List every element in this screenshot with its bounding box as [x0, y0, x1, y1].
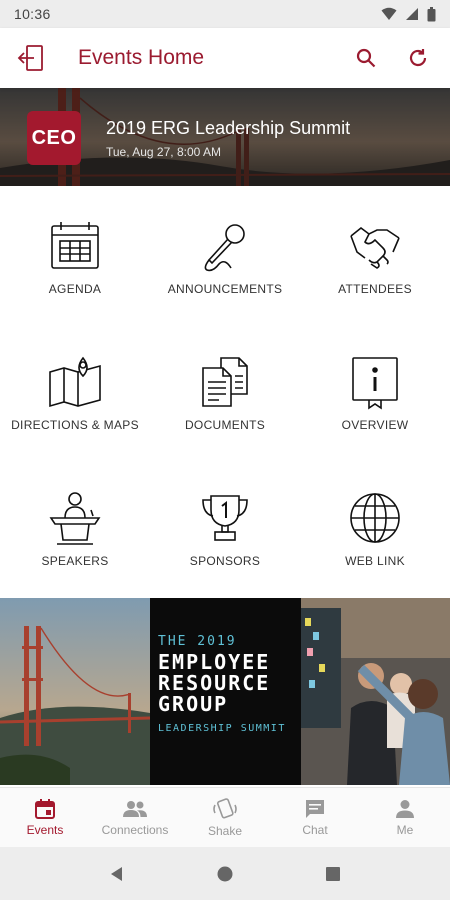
promo-heading: EMPLOYEE RESOURCE GROUP: [158, 652, 270, 715]
search-button[interactable]: [340, 28, 392, 88]
promo-subtitle: LEADERSHIP SUMMIT: [158, 723, 286, 734]
refresh-button[interactable]: [392, 28, 444, 88]
trophy-icon: [202, 495, 248, 541]
bottom-nav: Events Connections Shake Chat Me: [0, 787, 450, 847]
tile-announcements[interactable]: ANNOUNCEMENTS: [150, 196, 300, 316]
event-banner[interactable]: CEO 2019 ERG Leadership Summit Tue, Aug …: [0, 88, 450, 186]
tile-sponsors[interactable]: SPONSORS: [150, 468, 300, 588]
nav-label: Shake: [207, 824, 243, 838]
event-logo: CEO: [27, 111, 81, 165]
info-icon: [352, 357, 398, 410]
people-icon: [123, 801, 147, 817]
tile-label: ANNOUNCEMENTS: [167, 282, 283, 296]
tile-directions-maps[interactable]: DIRECTIONS & MAPS: [0, 332, 150, 452]
tile-label: WEB LINK: [345, 554, 405, 568]
tile-overview[interactable]: OVERVIEW: [300, 332, 450, 452]
tile-label: OVERVIEW: [341, 418, 409, 432]
tile-label: AGENDA: [48, 282, 102, 296]
app-bar: Events Home: [0, 28, 450, 88]
tile-label: DIRECTIONS & MAPS: [11, 418, 139, 432]
promo-heading-line: EMPLOYEE: [158, 650, 271, 674]
nav-label: Chat: [302, 823, 328, 837]
tile-label: SPONSORS: [189, 554, 261, 568]
tile-label: SPEAKERS: [41, 554, 109, 568]
nav-label: Events: [26, 823, 64, 837]
chat-icon: [306, 800, 324, 818]
exit-event-button[interactable]: [0, 28, 62, 88]
nav-events[interactable]: Events: [0, 788, 90, 847]
exit-icon: [17, 45, 43, 71]
system-nav-bar: [0, 847, 450, 900]
nav-connections[interactable]: Connections: [90, 788, 180, 847]
page-title: Events Home: [78, 46, 205, 69]
nav-label: Connections: [101, 823, 169, 837]
nav-me[interactable]: Me: [360, 788, 450, 847]
feature-grid: AGENDA ANNOUNCEMENTS ATTENDEES DIRECTION…: [0, 196, 450, 596]
app-root: 10:36 Events Home CEO 2019 ERG Leadershi…: [0, 0, 450, 900]
battery-icon: [427, 6, 436, 21]
event-title: 2019 ERG Leadership Summit: [106, 118, 351, 138]
promo-bridge-image: [0, 598, 150, 785]
documents-icon: [202, 357, 248, 407]
speaker-podium-icon: [49, 492, 101, 545]
wifi-icon: [381, 7, 397, 20]
globe-icon: [350, 493, 400, 543]
tile-label: DOCUMENTS: [184, 418, 266, 432]
signal-icon: [406, 8, 418, 20]
shake-icon: [213, 798, 237, 819]
map-icon: [49, 356, 101, 408]
recents-icon[interactable]: [324, 865, 342, 883]
refresh-icon: [409, 49, 427, 67]
status-bar: 10:36: [0, 0, 450, 28]
promo-banner[interactable]: THE 2019 EMPLOYEE RESOURCE GROUP LEADERS…: [0, 598, 450, 785]
promo-year: THE 2019: [158, 634, 237, 649]
nav-chat[interactable]: Chat: [270, 788, 360, 847]
person-icon: [396, 800, 414, 818]
tile-agenda[interactable]: AGENDA: [0, 196, 150, 316]
promo-heading-line: RESOURCE: [158, 671, 271, 695]
home-icon[interactable]: [216, 865, 234, 883]
calendar-icon: [51, 222, 99, 269]
microphone-icon: [204, 224, 245, 272]
tile-documents[interactable]: DOCUMENTS: [150, 332, 300, 452]
calendar-icon: [35, 799, 55, 819]
handshake-icon: [350, 226, 400, 269]
status-time: 10:36: [14, 6, 51, 22]
back-icon[interactable]: [108, 865, 126, 883]
tile-speakers[interactable]: SPEAKERS: [0, 468, 150, 588]
search-icon: [356, 48, 376, 68]
tile-label: ATTENDEES: [338, 282, 412, 296]
tile-attendees[interactable]: ATTENDEES: [300, 196, 450, 316]
promo-people-image: [301, 598, 450, 785]
event-date: Tue, Aug 27, 8:00 AM: [106, 145, 221, 159]
tile-web-link[interactable]: WEB LINK: [300, 468, 450, 588]
nav-label: Me: [396, 823, 414, 837]
promo-heading-line: GROUP: [158, 692, 229, 716]
nav-shake[interactable]: Shake: [180, 788, 270, 847]
